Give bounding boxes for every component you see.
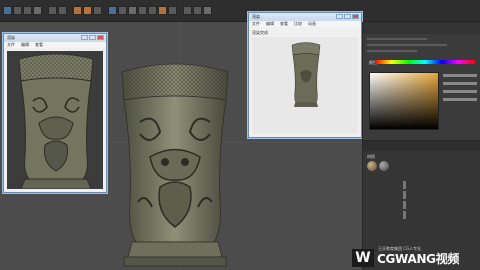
window-title-bar[interactable]: 渲染: [249, 13, 361, 21]
window-title: 渲染: [7, 35, 15, 40]
menu-file[interactable]: 文件: [252, 21, 260, 27]
color-slider-b[interactable]: [443, 90, 477, 93]
maximize-button[interactable]: [89, 35, 96, 40]
render-view-icon[interactable]: [83, 6, 92, 15]
render-window-left[interactable]: 渲染 文件 编辑 查看: [3, 33, 107, 193]
watermark-subtitle: 王氏教育集团 CG人专业: [378, 246, 422, 251]
brand-text: CGWANG视频: [377, 251, 460, 266]
render-region-icon[interactable]: [73, 6, 82, 15]
material-swatch[interactable]: [367, 161, 377, 171]
application-window: 透视视图: [0, 0, 480, 270]
render-settings-icon[interactable]: [93, 6, 102, 15]
cube-icon[interactable]: [108, 6, 117, 15]
layer-handle[interactable]: [403, 191, 406, 199]
panel-row: [367, 38, 427, 40]
close-button[interactable]: [352, 14, 359, 19]
window-title: 渲染: [252, 14, 260, 19]
deformer-icon[interactable]: [138, 6, 147, 15]
menu-compare[interactable]: 比较: [294, 21, 302, 27]
undo-icon[interactable]: [48, 6, 57, 15]
maximize-button[interactable]: [344, 14, 351, 19]
panel-row: [367, 44, 447, 46]
panel-header: [363, 22, 480, 34]
window-menu-bar: 文件 编辑 查看 比较 动画: [249, 21, 361, 27]
light-icon[interactable]: [168, 6, 177, 15]
window-title-bar[interactable]: 渲染: [4, 34, 106, 42]
close-button[interactable]: [97, 35, 104, 40]
floor-icon[interactable]: [183, 6, 192, 15]
layer-handle[interactable]: [403, 181, 406, 189]
material-tabs: [363, 141, 480, 151]
menu-animation[interactable]: 动画: [308, 21, 316, 27]
logo-icon: W: [352, 249, 374, 267]
panel-row: [367, 50, 417, 52]
move-tool-icon[interactable]: [3, 6, 12, 15]
minimize-button[interactable]: [336, 14, 343, 19]
rotate-tool-icon[interactable]: [23, 6, 32, 15]
layer-handle[interactable]: [403, 201, 406, 209]
spline-icon[interactable]: [118, 6, 127, 15]
layer-handle[interactable]: [403, 211, 406, 219]
render-status: 渲染完成: [252, 30, 268, 35]
rendered-vase-image: [7, 51, 103, 189]
nurbs-icon[interactable]: [128, 6, 137, 15]
hue-slider[interactable]: [375, 60, 475, 64]
sky-icon[interactable]: [193, 6, 202, 15]
render-preview: [7, 51, 103, 189]
scale-tool-icon[interactable]: [13, 6, 22, 15]
scene-icon[interactable]: [148, 6, 157, 15]
window-menu-bar: 文件 编辑 查看: [4, 42, 106, 48]
menu-edit[interactable]: 编辑: [266, 21, 274, 27]
minimize-button[interactable]: [81, 35, 88, 40]
redo-icon[interactable]: [58, 6, 67, 15]
vase-model[interactable]: [110, 62, 240, 268]
menu-file[interactable]: 文件: [7, 42, 15, 48]
attribute-panel: 颜色 材质: [362, 22, 480, 270]
select-tool-icon[interactable]: [33, 6, 42, 15]
color-slider-r[interactable]: [443, 74, 477, 77]
layout-icon[interactable]: [203, 6, 212, 15]
menu-view[interactable]: 查看: [35, 42, 43, 48]
menu-view[interactable]: 查看: [280, 21, 288, 27]
rendered-vase-image: [252, 37, 358, 134]
color-picker-area[interactable]: [369, 72, 439, 130]
color-slider-g[interactable]: [443, 82, 477, 85]
material-swatch[interactable]: [379, 161, 389, 171]
menu-edit[interactable]: 编辑: [21, 42, 29, 48]
render-window-right[interactable]: 渲染 文件 编辑 查看 比较 动画 渲染完成: [248, 12, 362, 138]
render-preview: [252, 37, 358, 134]
camera-icon[interactable]: [158, 6, 167, 15]
main-toolbar: [0, 0, 480, 22]
material-label: 材质: [367, 154, 375, 159]
brightness-slider[interactable]: [443, 98, 477, 101]
